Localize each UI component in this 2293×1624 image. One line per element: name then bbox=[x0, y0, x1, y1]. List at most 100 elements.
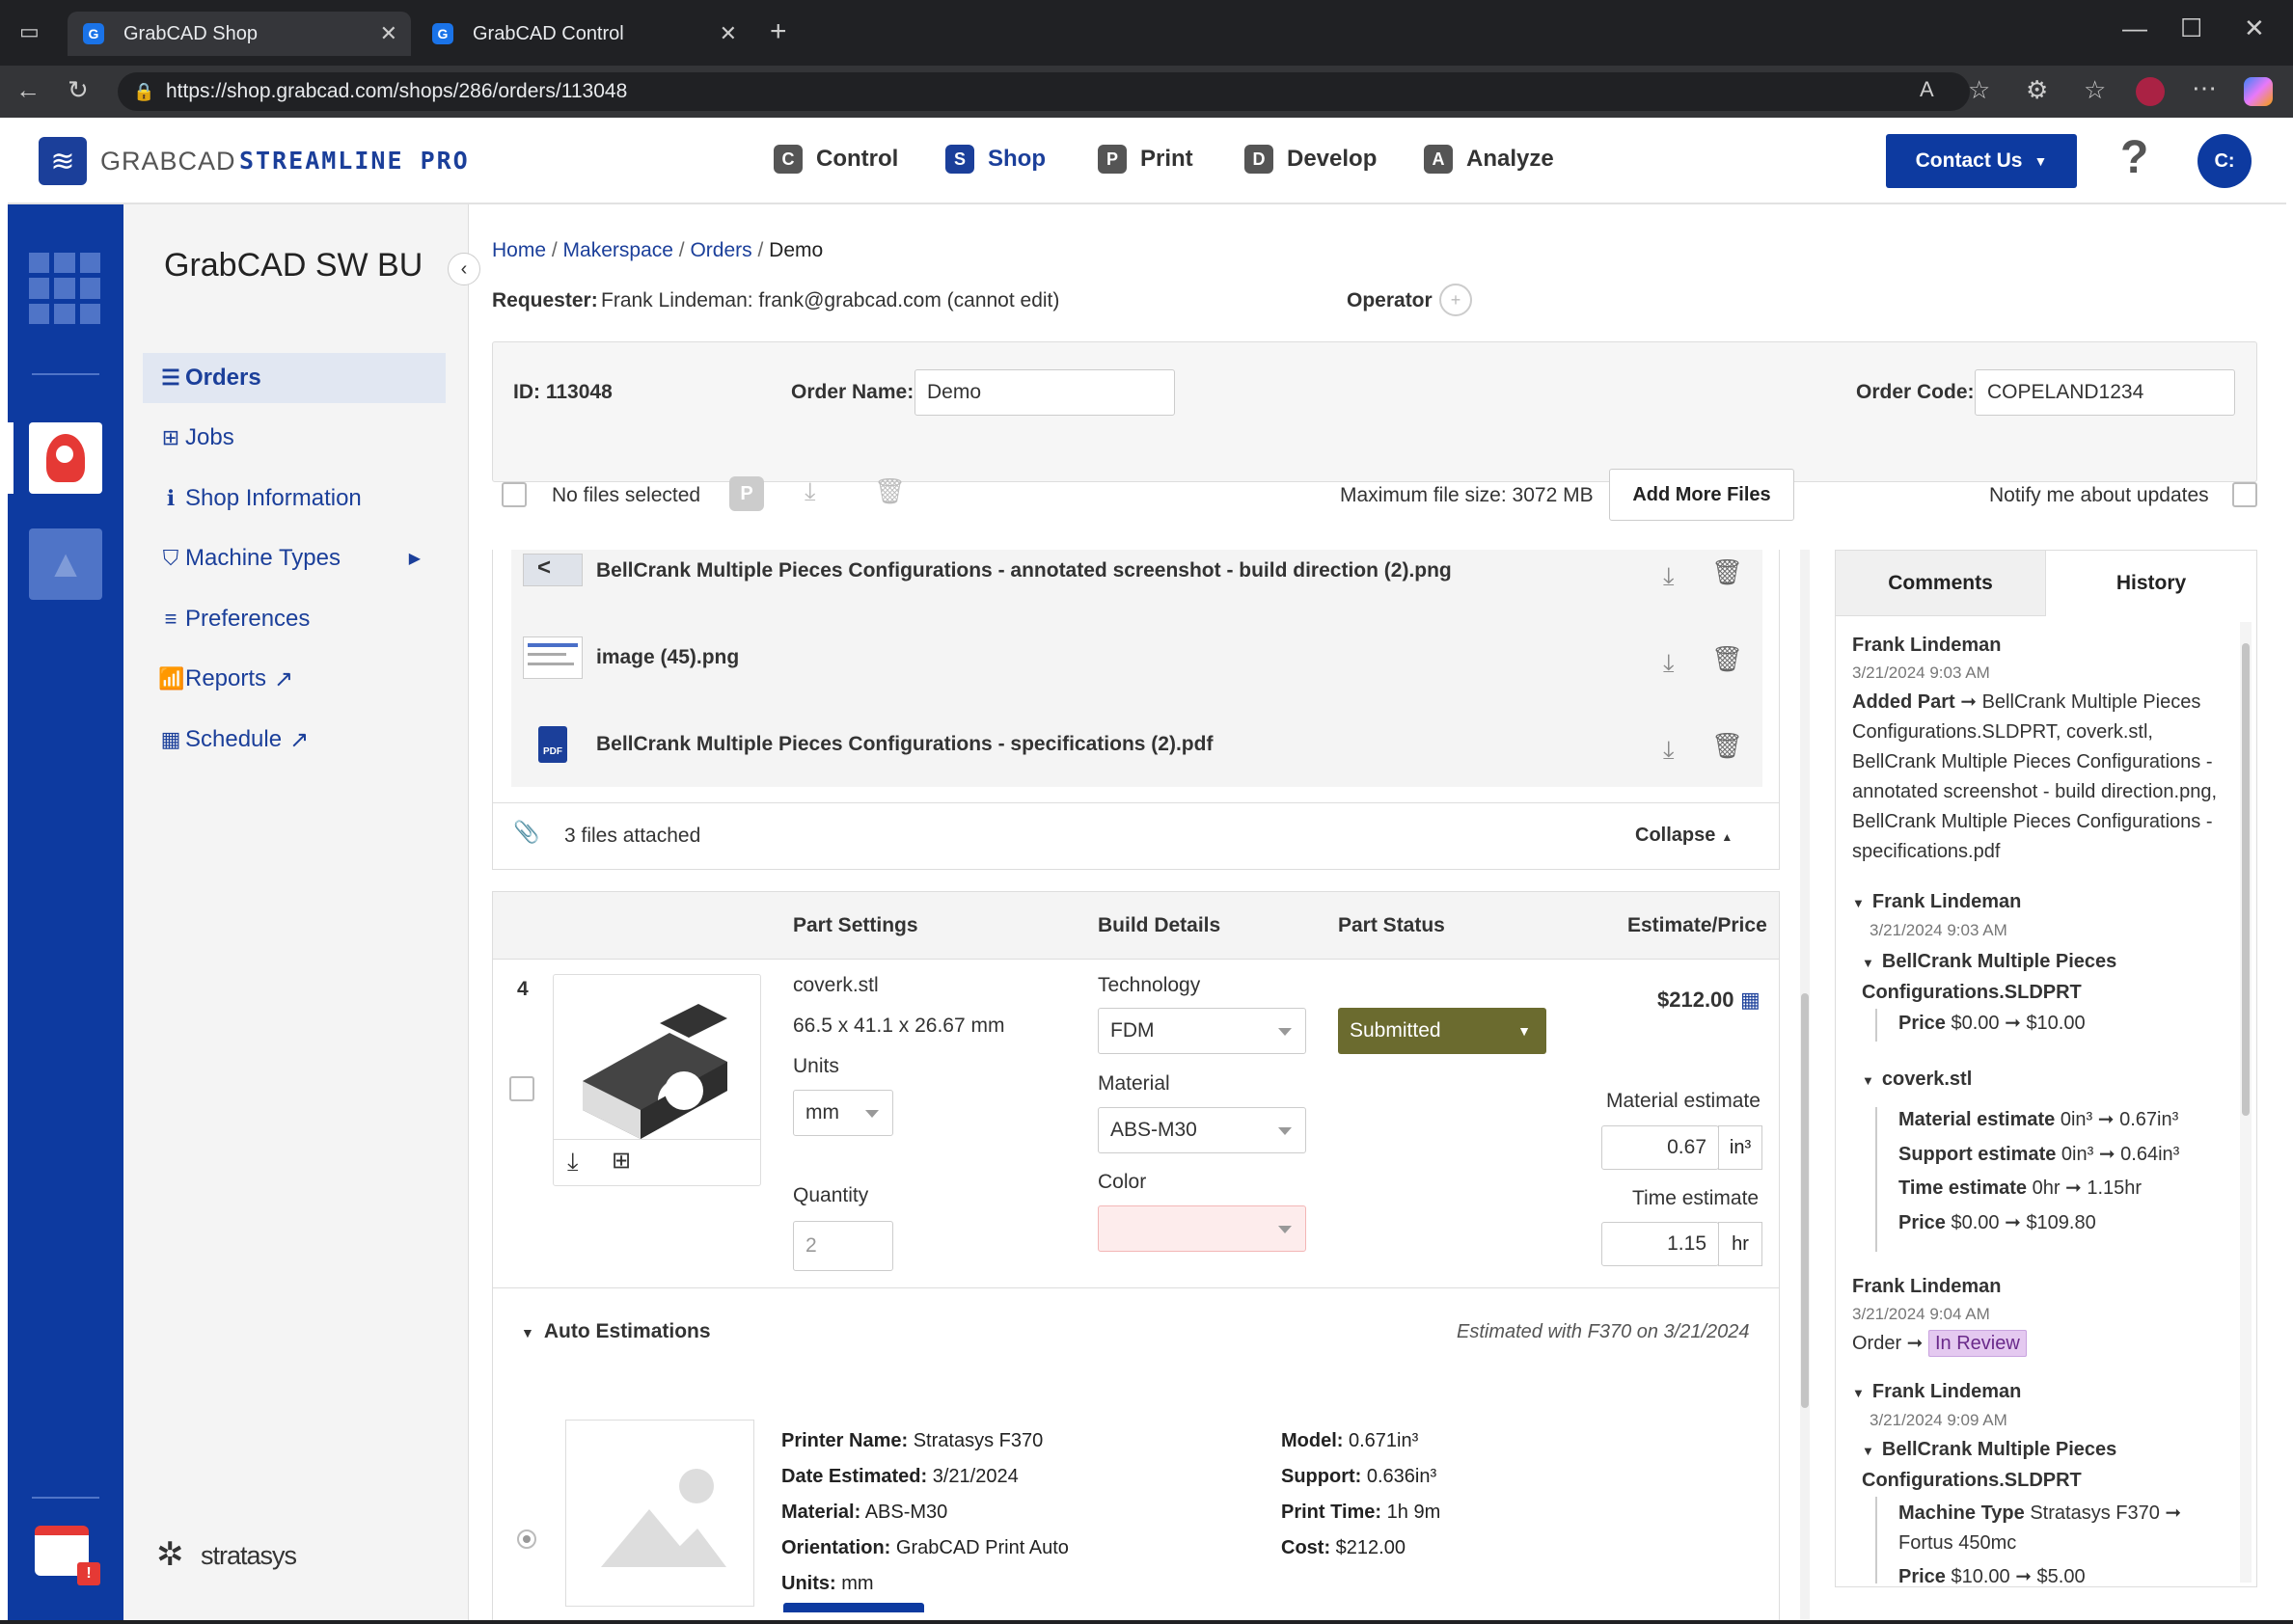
breadcrumb-makerspace[interactable]: Makerspace bbox=[563, 239, 673, 261]
close-tab-icon[interactable]: ✕ bbox=[380, 21, 397, 46]
read-aloud-icon[interactable]: A bbox=[1920, 77, 1934, 102]
collapse-files-toggle[interactable]: Collapse ▲ bbox=[1635, 825, 1733, 847]
new-tab-icon[interactable]: + bbox=[770, 15, 787, 48]
files-attached-count[interactable]: 3 files attached bbox=[564, 825, 700, 848]
caret-down-icon: ▼ bbox=[1852, 1386, 1865, 1400]
part-status-dropdown[interactable]: Submitted ▼ bbox=[1338, 1008, 1546, 1054]
collapse-sidebar-chevron-icon[interactable]: ‹ bbox=[448, 253, 480, 285]
tab-grabcad-shop[interactable]: G GrabCAD Shop ✕ bbox=[68, 12, 411, 56]
delete-selected-icon[interactable]: 🗑 bbox=[874, 476, 906, 506]
file-name[interactable]: BellCrank Multiple Pieces Configurations… bbox=[596, 733, 1213, 756]
nav-print[interactable]: P Print bbox=[1098, 145, 1193, 174]
history-scrollbar[interactable] bbox=[2240, 622, 2252, 1583]
notify-checkbox[interactable] bbox=[2232, 482, 2257, 507]
download-file-icon[interactable]: ⤓ bbox=[1663, 561, 1675, 592]
orders-icon: ☰ bbox=[161, 365, 180, 390]
tab-actions-icon[interactable]: ▭ bbox=[19, 19, 40, 44]
sidebar-item-preferences[interactable]: ≡ Preferences bbox=[143, 594, 446, 644]
tab-grabcad-control[interactable]: G GrabCAD Control ✕ bbox=[417, 12, 751, 56]
history-entry-toggle[interactable]: ▼ Frank Lindeman bbox=[1852, 891, 2021, 913]
copilot-icon[interactable] bbox=[2244, 77, 2273, 106]
estimate-radio[interactable] bbox=[517, 1529, 536, 1549]
sidebar-item-reports[interactable]: 📶 Reports ↗ bbox=[143, 654, 446, 704]
history-part-toggle[interactable]: ▼ BellCrank Multiple Pieces Configuration… bbox=[1862, 1435, 2219, 1495]
download-file-icon[interactable]: ⤓ bbox=[1663, 648, 1675, 679]
history-entry-toggle[interactable]: ▼ Frank Lindeman bbox=[1852, 1381, 2021, 1403]
breadcrumb-home[interactable]: Home bbox=[492, 239, 546, 261]
select-estimate-button[interactable] bbox=[783, 1603, 924, 1612]
grabcad-logo-icon[interactable]: ≋ bbox=[39, 137, 87, 185]
image-placeholder-icon[interactable]: ▲ bbox=[29, 528, 102, 600]
print-file-icon[interactable]: P bbox=[729, 476, 764, 511]
sidebar-item-orders[interactable]: ☰ Orders bbox=[143, 353, 446, 403]
help-icon[interactable]: ? bbox=[2120, 131, 2148, 184]
units-select[interactable]: mm bbox=[793, 1090, 893, 1136]
add-more-files-button[interactable]: Add More Files bbox=[1609, 469, 1794, 521]
apps-grid-icon[interactable] bbox=[29, 253, 100, 324]
close-tab-icon[interactable]: ✕ bbox=[720, 21, 737, 46]
calculator-icon[interactable]: ▦ bbox=[1740, 988, 1761, 1013]
select-all-files-checkbox[interactable] bbox=[502, 482, 527, 507]
nav-develop[interactable]: D Develop bbox=[1244, 145, 1377, 174]
nav-shop[interactable]: S Shop bbox=[945, 145, 1046, 174]
technology-select[interactable]: FDM bbox=[1098, 1008, 1306, 1054]
history-part-toggle[interactable]: ▼ coverk.stl bbox=[1862, 1069, 1972, 1091]
maximize-icon[interactable]: ☐ bbox=[2180, 14, 2202, 43]
favorites-icon[interactable]: ☆ bbox=[2084, 75, 2106, 105]
quantity-input[interactable]: 2 bbox=[793, 1221, 893, 1271]
history-entry-added-part: Added Part ➞ BellCrank Multiple Pieces C… bbox=[1852, 691, 2218, 862]
nav-analyze[interactable]: A Analyze bbox=[1424, 145, 1554, 174]
part-select-checkbox[interactable] bbox=[509, 1076, 534, 1101]
user-avatar[interactable]: C: bbox=[2197, 134, 2252, 188]
nav-control[interactable]: C Control bbox=[774, 145, 898, 174]
detail-value: 3/21/2024 bbox=[932, 1466, 1019, 1487]
file-name[interactable]: image (45).png bbox=[596, 646, 739, 669]
material-estimate-input[interactable]: 0.67 bbox=[1601, 1125, 1719, 1170]
side-navigation: GrabCAD SW BU ‹ ☰ Orders ⊞ Jobs ℹ Shop Info… bbox=[123, 204, 480, 1620]
tab-history[interactable]: History bbox=[2046, 551, 2256, 616]
history-part-toggle[interactable]: ▼ BellCrank Multiple Pieces Configuration… bbox=[1862, 947, 2219, 1007]
extensions-icon[interactable]: ⚙ bbox=[2026, 75, 2048, 105]
breadcrumb-orders[interactable]: Orders bbox=[690, 239, 751, 261]
nav-label: Develop bbox=[1287, 146, 1378, 172]
back-icon[interactable]: ← bbox=[15, 75, 41, 105]
order-code-input[interactable]: COPELAND1234 bbox=[1975, 369, 2235, 416]
add-operator-icon[interactable]: + bbox=[1439, 284, 1472, 316]
material-select[interactable]: ABS-M30 bbox=[1098, 1107, 1306, 1153]
more-menu-icon[interactable]: ⋯ bbox=[2192, 73, 2217, 103]
part-tree-icon[interactable]: ⊞ bbox=[612, 1147, 631, 1175]
part-dimensions: 66.5 x 41.1 x 26.67 mm bbox=[793, 1015, 1005, 1037]
contact-us-button[interactable]: Contact Us ▼ bbox=[1886, 134, 2077, 188]
tab-comments[interactable]: Comments bbox=[1836, 551, 2046, 616]
sidebar-item-shop-information[interactable]: ℹ Shop Information bbox=[143, 474, 446, 524]
requester-label: Requester: bbox=[492, 289, 598, 311]
time-estimate-unit: hr bbox=[1718, 1222, 1762, 1266]
sidebar-item-machine-types[interactable]: ⛉ Machine Types ▶ bbox=[143, 533, 446, 583]
order-name-input[interactable]: Demo bbox=[914, 369, 1175, 416]
url-field[interactable]: 🔒 https://shop.grabcad.com/shops/286/ord… bbox=[118, 72, 1970, 111]
auto-estimations-toggle[interactable]: ▼ Auto Estimations bbox=[521, 1320, 711, 1343]
part-3d-preview bbox=[583, 1004, 727, 1139]
delete-file-icon[interactable]: 🗑 bbox=[1711, 731, 1743, 761]
sidebar-item-schedule[interactable]: ▦ Schedule ↗ bbox=[143, 715, 446, 765]
minimize-icon[interactable]: — bbox=[2122, 14, 2147, 43]
delete-file-icon[interactable]: 🗑 bbox=[1711, 644, 1743, 674]
refresh-icon[interactable]: ↻ bbox=[68, 75, 89, 105]
main-scrollbar[interactable] bbox=[1800, 550, 1810, 1620]
delete-file-icon[interactable]: 🗑 bbox=[1711, 557, 1743, 587]
favorite-star-icon[interactable]: ☆ bbox=[1968, 75, 1990, 105]
change-to: $5.00 bbox=[2036, 1566, 2086, 1587]
file-name[interactable]: BellCrank Multiple Pieces Configurations… bbox=[596, 559, 1452, 582]
download-part-icon[interactable]: ⤓ bbox=[567, 1147, 579, 1177]
color-select[interactable] bbox=[1098, 1205, 1306, 1252]
time-estimate-input[interactable]: 1.15 bbox=[1601, 1222, 1719, 1266]
alert-badge-icon: ! bbox=[77, 1562, 100, 1585]
close-window-icon[interactable]: ✕ bbox=[2244, 14, 2265, 43]
history-changes-coverk: Material estimate 0in³ ➞ 0.67in³ Support… bbox=[1898, 1109, 2180, 1233]
profile-icon[interactable] bbox=[2136, 77, 2165, 106]
download-selected-icon[interactable]: ⤓ bbox=[805, 476, 816, 507]
sidebar-item-jobs[interactable]: ⊞ Jobs bbox=[143, 413, 446, 463]
download-file-icon[interactable]: ⤓ bbox=[1663, 735, 1675, 766]
quantity-label: Quantity bbox=[793, 1184, 869, 1206]
shop-avatar-monster-icon[interactable] bbox=[29, 422, 102, 494]
